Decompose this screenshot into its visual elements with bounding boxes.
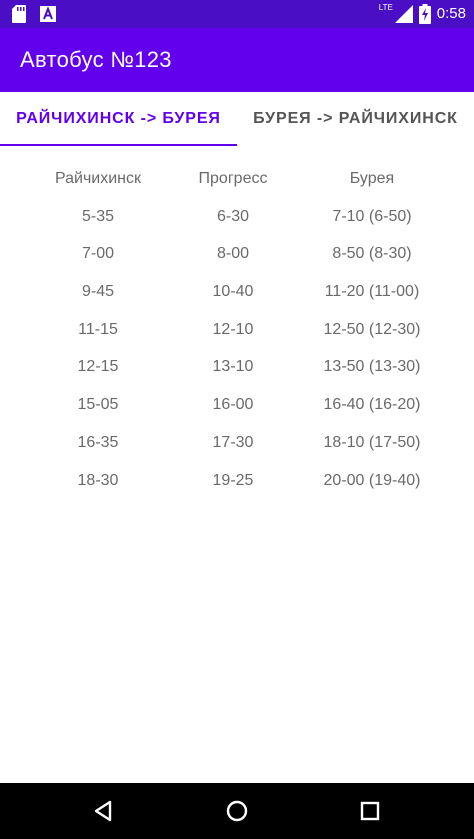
table-row: 16-35 17-30 18-10 (17-50) (0, 424, 474, 462)
table-row: 5-35 6-30 7-10 (6-50) (0, 198, 474, 236)
table-row: 7-00 8-00 8-50 (8-30) (0, 235, 474, 273)
signal-icon (394, 5, 413, 23)
route-tabs: РАЙЧИХИНСК -> БУРЕЯ БУРЕЯ -> РАЙЧИХИНСК (0, 92, 474, 146)
home-icon[interactable] (223, 797, 251, 825)
table-row: 18-30 19-25 20-00 (19-40) (0, 462, 474, 500)
cell-raichikhinsk: 11-15 (78, 320, 118, 338)
table-row: 12-15 13-10 13-50 (13-30) (0, 348, 474, 386)
cell-raichikhinsk: 7-00 (81, 245, 115, 263)
header-bureya: Бурея (349, 170, 395, 187)
tab-raichikhinsk-bureya[interactable]: РАЙЧИХИНСК -> БУРЕЯ (0, 92, 237, 146)
recents-icon[interactable] (356, 797, 384, 825)
cell-raichikhinsk: 18-30 (77, 471, 119, 489)
cell-raichikhinsk: 5-35 (81, 207, 115, 225)
cell-progress: 10-40 (212, 283, 254, 301)
tab-bureya-raichikhinsk[interactable]: БУРЕЯ -> РАЙЧИХИНСК (237, 92, 474, 146)
back-icon[interactable] (90, 797, 118, 825)
cell-bureya: 8-50 (8-30) (332, 245, 412, 263)
header-progress: Прогресс (198, 170, 268, 187)
cell-bureya: 18-10 (17-50) (323, 433, 421, 451)
network-type-label: LTE (378, 3, 393, 12)
notification-icons (12, 5, 56, 23)
cell-bureya: 16-40 (16-20) (323, 396, 421, 414)
cell-bureya: 12-50 (12-30) (323, 320, 421, 338)
cell-progress: 16-00 (212, 396, 254, 414)
cell-raichikhinsk: 12-15 (77, 358, 119, 376)
table-row: 9-45 10-40 11-20 (11-00) (0, 273, 474, 311)
app-title: Автобус №123 (20, 47, 172, 72)
cell-progress: 8-00 (216, 245, 250, 263)
cell-progress: 13-10 (212, 358, 254, 376)
cell-bureya: 11-20 (11-00) (324, 283, 420, 301)
app-bar: Автобус №123 (0, 28, 474, 92)
table-header-row: Райчихинск Прогресс Бурея (0, 160, 474, 198)
cell-bureya: 20-00 (19-40) (323, 471, 421, 489)
cell-progress: 19-25 (212, 471, 254, 489)
text-a-icon (40, 6, 56, 22)
cell-raichikhinsk: 16-35 (77, 433, 119, 451)
cell-bureya: 13-50 (13-30) (323, 358, 421, 376)
battery-charging-icon (418, 4, 431, 24)
system-icons: LTE 0:58 (379, 4, 466, 24)
cell-progress: 17-30 (212, 433, 254, 451)
cell-progress: 6-30 (216, 207, 250, 225)
cell-raichikhinsk: 9-45 (81, 283, 115, 301)
header-raichikhinsk: Райчихинск (54, 170, 142, 187)
status-time: 0:58 (436, 5, 466, 22)
tab-indicator (0, 144, 237, 146)
cell-bureya: 7-10 (6-50) (332, 207, 412, 225)
sd-card-icon (12, 5, 26, 23)
cell-raichikhinsk: 15-05 (77, 396, 119, 414)
navigation-bar (0, 783, 474, 839)
cell-progress: 12-10 (212, 320, 254, 338)
table-row: 15-05 16-00 16-40 (16-20) (0, 386, 474, 424)
table-row: 11-15 12-10 12-50 (12-30) (0, 311, 474, 349)
schedule-table: Райчихинск Прогресс Бурея 5-35 6-30 7-10… (0, 160, 474, 499)
status-bar: LTE 0:58 (0, 0, 474, 28)
